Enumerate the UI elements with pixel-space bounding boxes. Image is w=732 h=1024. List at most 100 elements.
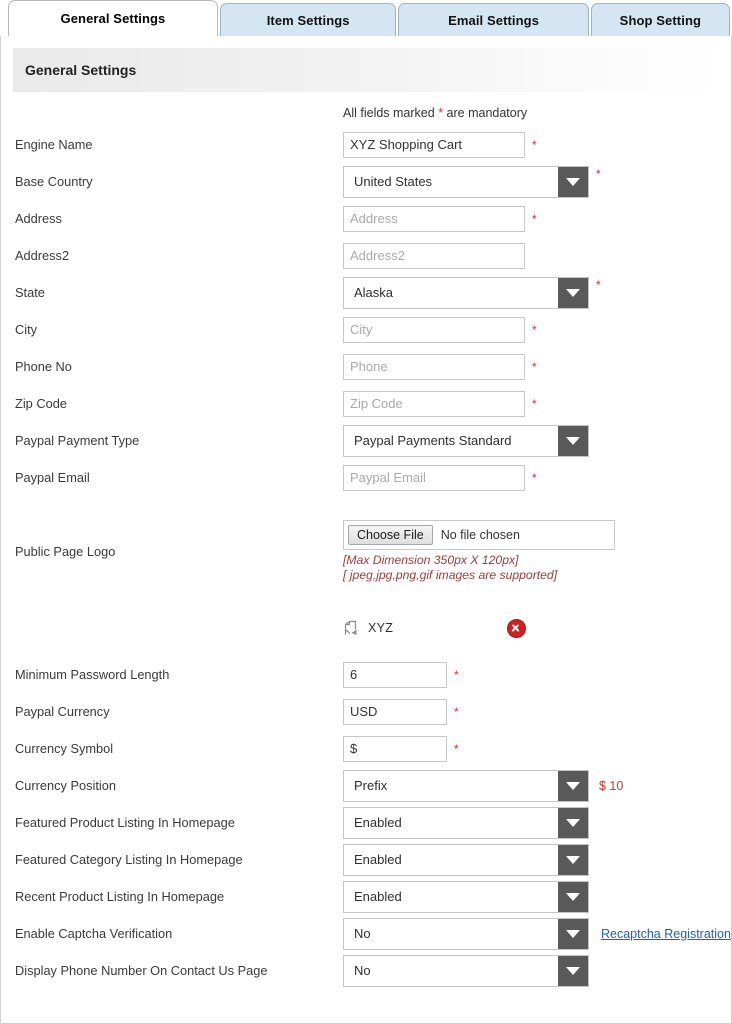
label-base-country: Base Country [15, 174, 93, 189]
zip-code-input[interactable] [343, 390, 525, 417]
minimum-password-length-input[interactable] [343, 661, 447, 688]
label-enable-captcha: Enable Captcha Verification [15, 926, 173, 941]
chevron-down-icon[interactable] [558, 770, 588, 801]
page-title: General Settings [25, 62, 137, 78]
label-paypal-currency: Paypal Currency [15, 704, 110, 719]
paypal-payment-type-value: Paypal Payments Standard [354, 433, 512, 448]
required-asterisk: * [596, 277, 601, 292]
field-paypal-payment-type: Paypal Payments Standard [343, 424, 589, 457]
base-country-select[interactable]: United States [343, 165, 589, 198]
field-featured-category-listing: Enabled [343, 843, 589, 876]
form-row-minimum-password-length: Minimum Password Length * [1, 656, 731, 693]
label-city: City [15, 322, 38, 337]
form-row-engine-name: Engine Name * [1, 126, 731, 163]
chevron-down-icon[interactable] [558, 955, 588, 986]
delete-logo-button[interactable] [507, 618, 527, 638]
form-row-display-phone-number: Display Phone Number On Contact Us Page … [1, 952, 731, 989]
form-row-featured-category-listing: Featured Category Listing In Homepage En… [1, 841, 731, 878]
state-select[interactable]: Alaska [343, 276, 589, 309]
featured-category-listing-value: Enabled [354, 852, 402, 867]
featured-category-listing-select[interactable]: Enabled [343, 843, 589, 876]
field-zip-code: * [343, 390, 537, 417]
label-zip-code: Zip Code [15, 396, 67, 411]
field-currency-position: Prefix $ 10 [343, 769, 624, 802]
form-row-phone-no: Phone No * [1, 348, 731, 385]
recaptcha-registration-link[interactable]: Recaptcha Registration [601, 927, 731, 941]
form-row-state: State Alaska * [1, 274, 731, 311]
city-input[interactable] [343, 316, 525, 343]
form-row-paypal-payment-type: Paypal Payment Type Paypal Payments Stan… [1, 422, 731, 459]
required-asterisk: * [454, 741, 459, 756]
chevron-down-icon[interactable] [558, 844, 588, 875]
paypal-payment-type-select[interactable]: Paypal Payments Standard [343, 424, 589, 457]
featured-product-listing-select[interactable]: Enabled [343, 806, 589, 839]
required-asterisk: * [532, 396, 537, 411]
field-public-page-logo: Choose File No file chosen [Max Dimensio… [343, 519, 615, 583]
tab-item-settings[interactable]: Item Settings [219, 3, 397, 36]
enable-captcha-value: No [354, 926, 371, 941]
address-input[interactable] [343, 205, 525, 232]
form-row-recent-product-listing: Recent Product Listing In Homepage Enabl… [1, 878, 731, 915]
tab-general-settings[interactable]: General Settings [8, 0, 218, 36]
form-row-address2: Address2 [1, 237, 731, 274]
featured-product-listing-value: Enabled [354, 815, 402, 830]
required-asterisk: * [532, 211, 537, 226]
display-phone-number-value: No [354, 963, 371, 978]
label-paypal-payment-type: Paypal Payment Type [15, 433, 140, 448]
currency-position-select[interactable]: Prefix [343, 769, 589, 802]
label-address2: Address2 [15, 248, 70, 263]
required-asterisk: * [532, 470, 537, 485]
tab-email-settings[interactable]: Email Settings [398, 3, 589, 36]
field-city: * [343, 316, 537, 343]
chevron-down-icon[interactable] [558, 918, 588, 949]
required-asterisk: * [532, 359, 537, 374]
enable-captcha-select[interactable]: No [343, 917, 589, 950]
label-state: State [15, 285, 45, 300]
label-recent-product-listing: Recent Product Listing In Homepage [15, 889, 225, 904]
recent-product-listing-select[interactable]: Enabled [343, 880, 589, 913]
form-row-zip-code: Zip Code * [1, 385, 731, 422]
address2-input[interactable] [343, 242, 525, 269]
label-phone-no: Phone No [15, 359, 72, 374]
base-country-value: United States [354, 174, 433, 189]
paypal-currency-input[interactable] [343, 698, 447, 725]
label-public-page-logo: Public Page Logo [15, 543, 116, 559]
general-settings-form: Engine Name * Base Country United States… [1, 126, 731, 989]
tab-shop-settings[interactable]: Shop Setting [590, 3, 730, 36]
panel-header: General Settings [13, 48, 719, 92]
field-phone-no: * [343, 353, 537, 380]
currency-symbol-input[interactable] [343, 735, 447, 762]
field-enable-captcha: No Recaptcha Registration [343, 917, 731, 950]
currency-position-preview: $ 10 [599, 778, 624, 793]
paypal-email-input[interactable] [343, 464, 525, 491]
settings-panel: General Settings All fields marked * are… [0, 36, 732, 1024]
state-value: Alaska [354, 285, 394, 300]
chevron-down-icon[interactable] [558, 425, 588, 456]
choose-file-button[interactable]: Choose File [348, 524, 433, 545]
chevron-down-icon[interactable] [558, 277, 588, 308]
field-display-phone-number: No [343, 954, 589, 987]
form-row-logo-preview: XYZ [1, 606, 731, 650]
currency-position-value: Prefix [354, 778, 388, 793]
form-row-public-page-logo: Public Page Logo Choose File No file cho… [1, 496, 731, 606]
display-phone-number-select[interactable]: No [343, 954, 589, 987]
recent-product-listing-value: Enabled [354, 889, 402, 904]
label-display-phone-number: Display Phone Number On Contact Us Page [15, 963, 268, 978]
field-address: * [343, 205, 537, 232]
logo-alt-text: XYZ [368, 621, 394, 635]
field-minimum-password-length: * [343, 661, 459, 688]
logo-hint-dimension: [Max Dimension 350px X 120px] [343, 552, 519, 567]
form-row-paypal-email: Paypal Email * [1, 459, 731, 496]
form-row-address: Address * [1, 200, 731, 237]
chevron-down-icon[interactable] [558, 807, 588, 838]
chevron-down-icon[interactable] [558, 881, 588, 912]
logo-hint-formats: [ jpeg,jpg,png,gif images are supported] [343, 567, 558, 582]
form-row-featured-product-listing: Featured Product Listing In Homepage Ena… [1, 804, 731, 841]
chevron-down-icon[interactable] [558, 166, 588, 197]
form-row-base-country: Base Country United States * [1, 163, 731, 200]
tab-bar: General Settings Item Settings Email Set… [0, 0, 732, 36]
engine-name-input[interactable] [343, 131, 525, 158]
phone-no-input[interactable] [343, 353, 525, 380]
logo-file-input[interactable]: Choose File No file chosen [343, 519, 615, 550]
label-featured-product-listing: Featured Product Listing In Homepage [15, 815, 235, 830]
